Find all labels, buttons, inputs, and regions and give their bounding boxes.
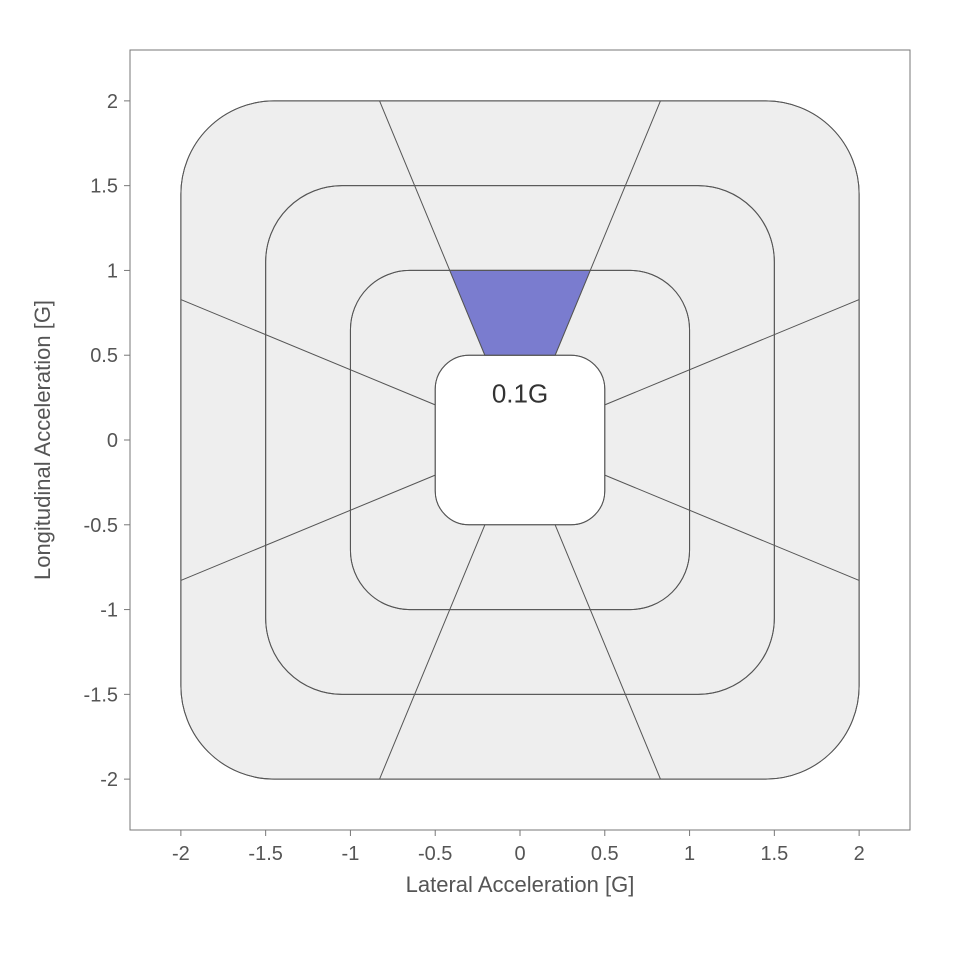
x-tick-label: -1.5 — [248, 843, 282, 865]
y-tick-label: 1.5 — [90, 176, 118, 198]
y-axis-label: Longitudinal Acceleration [G] — [30, 300, 55, 580]
x-axis-label: Lateral Acceleration [G] — [406, 872, 635, 897]
y-tick-label: -0.5 — [84, 515, 118, 537]
y-tick-label: -1.5 — [84, 684, 118, 706]
x-tick-label: -0.5 — [418, 843, 452, 865]
y-tick-label: 0 — [107, 430, 118, 452]
x-tick-label: -2 — [172, 843, 190, 865]
center-label: 0.1G — [492, 379, 548, 409]
x-tick-label: 0.5 — [591, 843, 619, 865]
x-tick-label: -1 — [342, 843, 360, 865]
y-tick-label: -1 — [100, 600, 118, 622]
x-tick-label: 1 — [684, 843, 695, 865]
y-tick-label: 0.5 — [90, 345, 118, 367]
x-tick-label: 2 — [854, 843, 865, 865]
x-tick-label: 0 — [514, 843, 525, 865]
y-tick-label: 2 — [107, 91, 118, 113]
rings — [181, 101, 859, 779]
gg-diagram-chart: -2 -1.5 -1 -0.5 0 0.5 1 1.5 2 -2 -1.5 -1 -0.5 0 0.5 1 1.… — [0, 0, 960, 960]
y-tick-label: -2 — [100, 769, 118, 791]
chart-svg: -2 -1.5 -1 -0.5 0 0.5 1 1.5 2 -2 -1.5 -1 -0.5 0 0.5 1 1.… — [0, 0, 960, 960]
x-tick-label: 1.5 — [760, 843, 788, 865]
y-tick-label: 1 — [107, 260, 118, 282]
